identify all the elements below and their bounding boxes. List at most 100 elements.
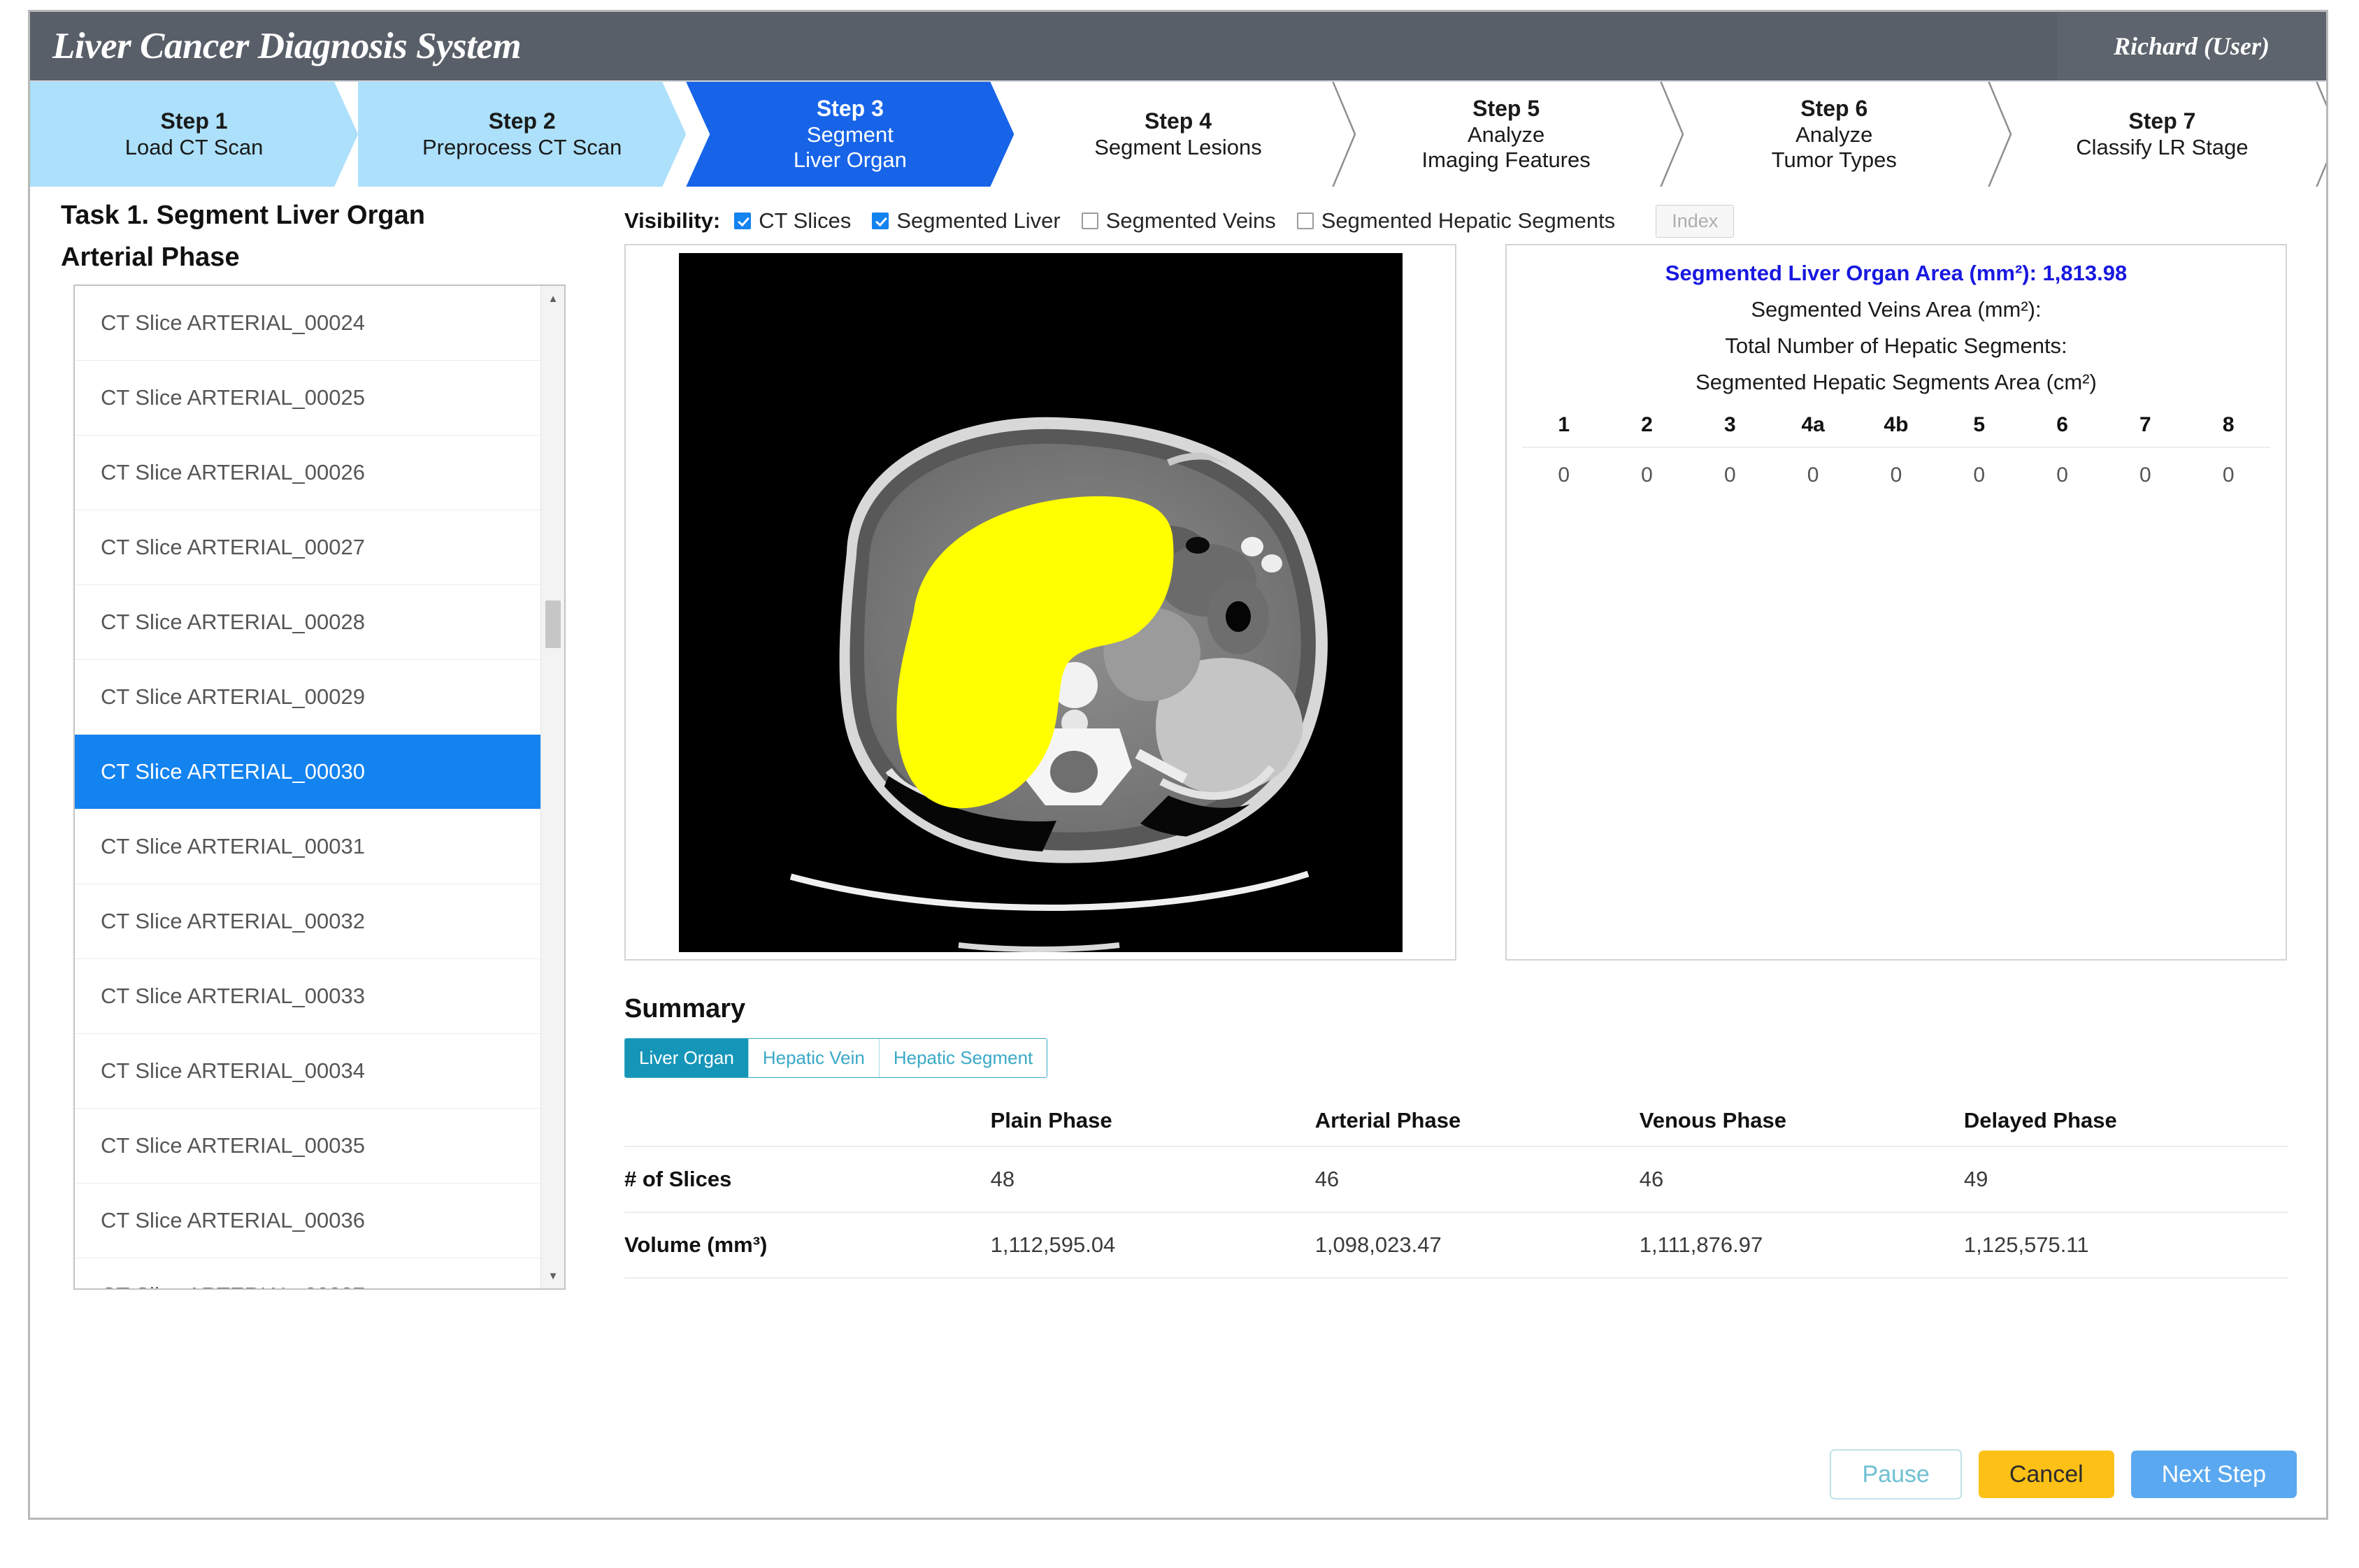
step-6[interactable]: Step 6 Analyze Tumor Types — [1670, 82, 1998, 187]
checkbox-segmented-veins[interactable] — [1082, 213, 1098, 229]
segmented-veins-area: Segmented Veins Area (mm²): — [1507, 297, 2286, 322]
segment-value: 0 — [2104, 447, 2187, 503]
list-item[interactable]: CT Slice ARTERIAL_00026 — [75, 436, 540, 510]
step-3-label-line1: Segment — [807, 122, 894, 148]
tab-liver-organ[interactable]: Liver Organ — [625, 1039, 749, 1077]
checkbox-segmented-hepatic-segments[interactable] — [1297, 213, 1314, 229]
phase-title: Arterial Phase — [61, 243, 240, 273]
summary-cell: 1,125,575.11 — [1964, 1212, 2288, 1278]
application-window: Liver Cancer Diagnosis System Richard (U… — [28, 10, 2328, 1520]
list-item[interactable]: CT Slice ARTERIAL_00031 — [75, 810, 540, 884]
list-item[interactable]: CT Slice ARTERIAL_00034 — [75, 1034, 540, 1109]
ct-image-viewer[interactable] — [624, 244, 1456, 961]
list-item-selected[interactable]: CT Slice ARTERIAL_00030 — [75, 735, 540, 810]
list-item[interactable]: CT Slice ARTERIAL_00029 — [75, 660, 540, 735]
summary-column-header-venous: Venous Phase — [1640, 1101, 1964, 1146]
list-item[interactable]: CT Slice ARTERIAL_00032 — [75, 884, 540, 959]
user-badge[interactable]: Richard (User) — [2057, 12, 2326, 80]
segmented-hepatic-segments-area: Segmented Hepatic Segments Area (cm²) — [1507, 370, 2286, 395]
tab-hepatic-vein[interactable]: Hepatic Vein — [749, 1039, 880, 1077]
step-5-number: Step 5 — [1472, 96, 1540, 122]
step-1[interactable]: Step 1 Load CT Scan — [30, 82, 358, 187]
segment-column-header: 3 — [1688, 406, 1772, 447]
list-item[interactable]: CT Slice ARTERIAL_00035 — [75, 1109, 540, 1184]
segment-column-header: 4a — [1772, 406, 1855, 447]
summary-tabs: Liver Organ Hepatic Vein Hepatic Segment — [624, 1038, 1047, 1078]
summary-column-header-plain: Plain Phase — [991, 1101, 1315, 1146]
list-item[interactable]: CT Slice ARTERIAL_00025 — [75, 361, 540, 436]
index-button[interactable]: Index — [1656, 205, 1734, 238]
list-item[interactable]: CT Slice ARTERIAL_00028 — [75, 585, 540, 660]
slice-list-scrollbar[interactable]: ▲ ▼ — [540, 286, 564, 1288]
main-content: Task 1. Segment Liver Organ Arterial Pha… — [30, 187, 2326, 1519]
segment-column-header: 7 — [2104, 406, 2187, 447]
visibility-option-segmented-hepatic-segments[interactable]: Segmented Hepatic Segments — [1297, 208, 1615, 233]
checkbox-ct-slices[interactable] — [734, 213, 751, 229]
step-6-label-line2: Tumor Types — [1772, 148, 1897, 173]
app-title: Liver Cancer Diagnosis System — [52, 25, 521, 67]
total-number-hepatic-segments: Total Number of Hepatic Segments: — [1507, 333, 2286, 359]
segment-column-header: 1 — [1522, 406, 1605, 447]
list-item[interactable]: CT Slice ARTERIAL_00027 — [75, 510, 540, 585]
segment-column-header: 4b — [1855, 406, 1938, 447]
step-7[interactable]: Step 7 Classify LR Stage — [1998, 82, 2326, 187]
table-row: 0 0 0 0 0 0 0 0 0 — [1522, 447, 2270, 503]
step-3-number: Step 3 — [817, 96, 884, 122]
table-row: Volume (mm³) 1,112,595.04 1,098,023.47 1… — [624, 1212, 2288, 1278]
segment-value: 0 — [2187, 447, 2270, 503]
segment-column-header: 6 — [2021, 406, 2104, 447]
step-1-label: Load CT Scan — [125, 135, 264, 160]
table-row: # of Slices 48 46 46 49 — [624, 1146, 2288, 1212]
segment-value: 0 — [1855, 447, 1938, 503]
list-item[interactable]: CT Slice ARTERIAL_00033 — [75, 959, 540, 1034]
step-separator-chevron-icon — [2311, 82, 2326, 187]
summary-row-label: Volume (mm³) — [624, 1212, 991, 1278]
visibility-label: Visibility: — [624, 208, 720, 233]
segment-value: 0 — [2021, 447, 2104, 503]
segment-column-header: 8 — [2187, 406, 2270, 447]
list-item[interactable]: CT Slice ARTERIAL_00036 — [75, 1184, 540, 1258]
summary-cell: 1,112,595.04 — [991, 1212, 1315, 1278]
visibility-option-segmented-liver[interactable]: Segmented Liver — [872, 208, 1060, 233]
step-4[interactable]: Step 4 Segment Lesions — [1014, 82, 1342, 187]
scrollbar-thumb[interactable] — [545, 600, 561, 648]
step-3[interactable]: Step 3 Segment Liver Organ — [686, 82, 1014, 187]
summary-column-header-delayed: Delayed Phase — [1964, 1101, 2288, 1146]
segment-value: 0 — [1522, 447, 1605, 503]
summary-title: Summary — [624, 994, 745, 1024]
step-5[interactable]: Step 5 Analyze Imaging Features — [1342, 82, 1670, 187]
table-header-row: 1 2 3 4a 4b 5 6 7 8 — [1522, 406, 2270, 447]
ct-slice-list[interactable]: CT Slice ARTERIAL_00024 CT Slice ARTERIA… — [75, 286, 540, 1288]
scroll-up-icon[interactable]: ▲ — [541, 287, 565, 310]
summary-row-label: # of Slices — [624, 1146, 991, 1212]
title-bar: Liver Cancer Diagnosis System Richard (U… — [30, 12, 2326, 82]
step-5-label-line2: Imaging Features — [1422, 148, 1591, 173]
segment-column-header: 5 — [1937, 406, 2021, 447]
scroll-down-icon[interactable]: ▼ — [541, 1265, 565, 1287]
cancel-button[interactable]: Cancel — [1979, 1451, 2114, 1498]
step-2[interactable]: Step 2 Preprocess CT Scan — [358, 82, 686, 187]
summary-cell: 46 — [1640, 1146, 1964, 1212]
list-item[interactable]: CT Slice ARTERIAL_00024 — [75, 286, 540, 361]
pause-button[interactable]: Pause — [1830, 1449, 1961, 1499]
step-4-number: Step 4 — [1145, 108, 1212, 134]
visibility-option-label: Segmented Liver — [896, 208, 1060, 233]
visibility-option-label: Segmented Veins — [1106, 208, 1276, 233]
visibility-option-segmented-veins[interactable]: Segmented Veins — [1082, 208, 1276, 233]
visibility-option-ct-slices[interactable]: CT Slices — [734, 208, 851, 233]
segment-value: 0 — [1605, 447, 1688, 503]
step-3-label-line2: Liver Organ — [794, 148, 907, 173]
step-7-number: Step 7 — [2128, 108, 2195, 134]
summary-cell: 1,098,023.47 — [1315, 1212, 1640, 1278]
measurements-panel: Segmented Liver Organ Area (mm²): 1,813.… — [1505, 244, 2287, 961]
spinal-canal — [1050, 751, 1098, 793]
ct-slice-image[interactable] — [679, 253, 1403, 952]
tab-hepatic-segment[interactable]: Hepatic Segment — [880, 1039, 1047, 1077]
next-step-button[interactable]: Next Step — [2131, 1451, 2297, 1498]
page-title: Task 1. Segment Liver Organ — [61, 201, 425, 231]
summary-cell: 48 — [991, 1146, 1315, 1212]
list-item[interactable]: CT Slice ARTERIAL_00037 — [75, 1258, 540, 1288]
visibility-toolbar: Visibility: CT Slices Segmented Liver Se… — [624, 201, 1734, 241]
checkbox-segmented-liver[interactable] — [872, 213, 889, 229]
table-header-row: Plain Phase Arterial Phase Venous Phase … — [624, 1101, 2288, 1146]
